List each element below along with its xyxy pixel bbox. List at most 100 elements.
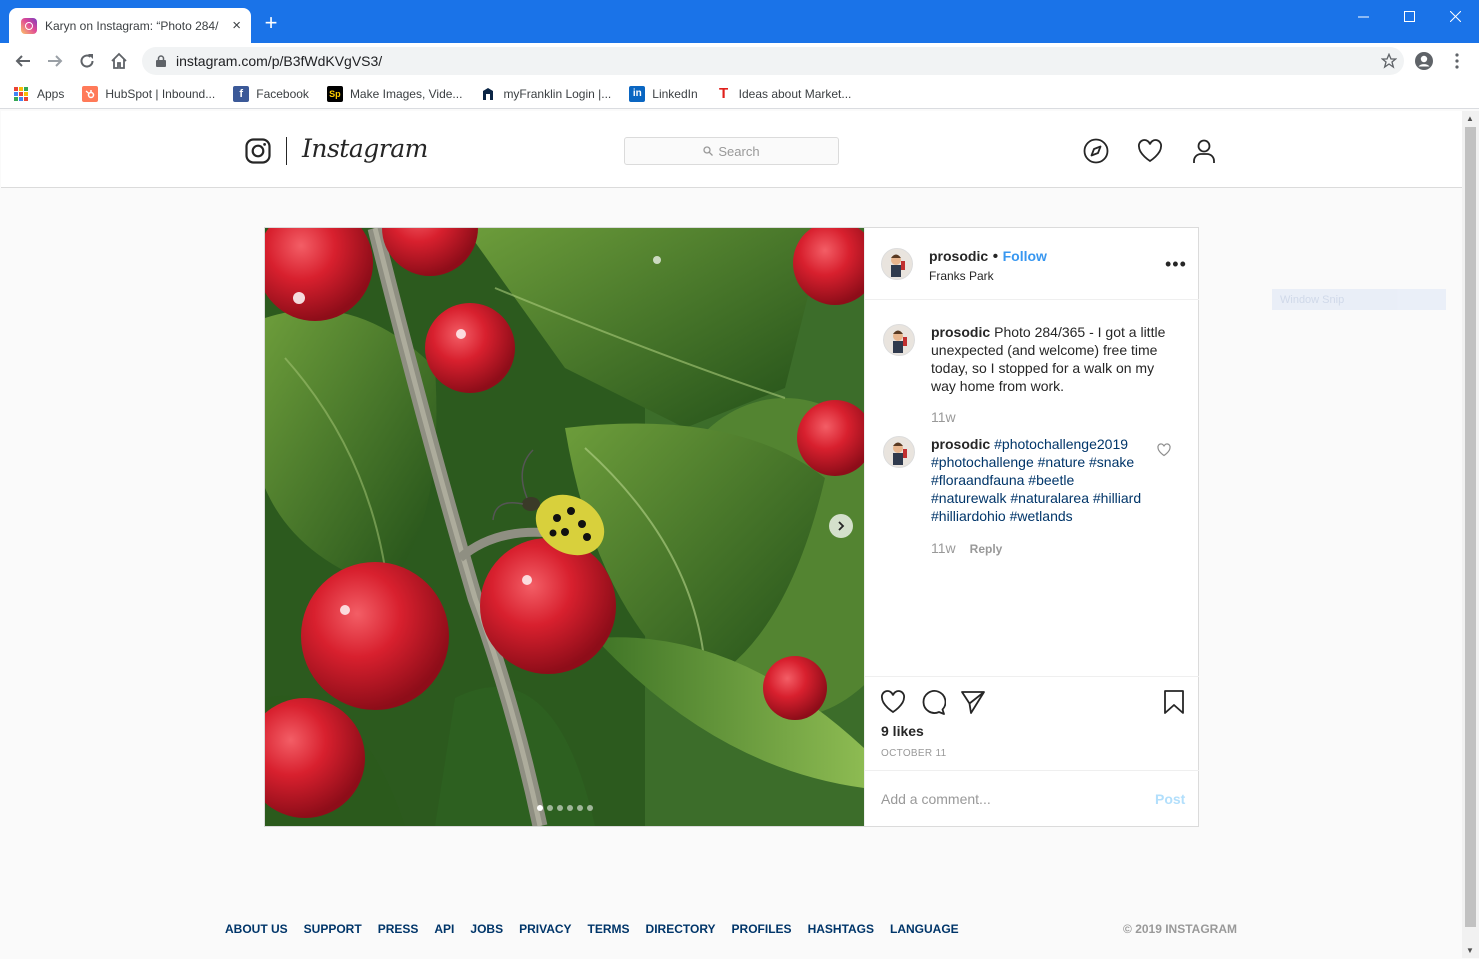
more-options-icon[interactable]: ••• — [1165, 254, 1187, 275]
instagram-header: Instagram Search — [1, 111, 1462, 188]
home-button[interactable] — [104, 46, 134, 76]
bookmark-hubspot[interactable]: HubSpot | Inbound... — [82, 85, 216, 102]
reply-button[interactable]: Reply — [970, 542, 1003, 556]
comment-age[interactable]: 11w — [931, 540, 956, 556]
comment-username[interactable]: prosodic — [931, 436, 990, 452]
t-icon: T — [715, 85, 732, 102]
carousel-dot[interactable] — [577, 805, 583, 811]
minimize-button[interactable] — [1340, 4, 1386, 28]
carousel-dot[interactable] — [567, 805, 573, 811]
carousel-dot[interactable] — [557, 805, 563, 811]
bookmark-adobe-spark[interactable]: Sp Make Images, Vide... — [326, 85, 463, 102]
share-send-icon[interactable] — [960, 689, 986, 715]
comment-age[interactable]: 11w — [931, 409, 956, 425]
carousel-next-button[interactable] — [829, 514, 853, 538]
profile-user-icon[interactable] — [1191, 138, 1217, 164]
activity-heart-icon[interactable] — [1137, 138, 1163, 164]
forward-button[interactable] — [40, 46, 70, 76]
footer-link-press[interactable]: PRESS — [378, 922, 419, 936]
post-photo[interactable] — [265, 228, 864, 826]
bookmark-apps[interactable]: Apps — [14, 86, 65, 101]
explore-compass-icon[interactable] — [1083, 138, 1109, 164]
comment-bubble-icon[interactable] — [920, 689, 946, 715]
post-header: prosodic • Follow Franks Park ••• — [865, 228, 1199, 300]
footer-link-hashtags[interactable]: HASHTAGS — [808, 922, 874, 936]
carousel-dot[interactable] — [547, 805, 553, 811]
linkedin-icon: in — [629, 85, 646, 102]
footer-link-about-us[interactable]: ABOUT US — [225, 922, 288, 936]
post-comment-button[interactable]: Post — [1155, 791, 1185, 807]
instagram-footer: ABOUT US SUPPORT PRESS API JOBS PRIVACY … — [225, 922, 1237, 936]
browser-menu-icon[interactable] — [1442, 46, 1472, 76]
bookmark-label: HubSpot | Inbound... — [105, 86, 216, 101]
avatar[interactable] — [883, 436, 915, 468]
footer-link-profiles[interactable]: PROFILES — [732, 922, 792, 936]
instagram-wordmark[interactable]: Instagram — [302, 134, 428, 163]
apps-grid-icon — [14, 86, 30, 101]
caption-comment: prosodic Photo 284/365 - I got a little u… — [931, 323, 1171, 395]
save-bookmark-icon[interactable] — [1161, 689, 1187, 715]
avatar[interactable] — [883, 324, 915, 356]
footer-link-directory[interactable]: DIRECTORY — [646, 922, 716, 936]
window-close-button[interactable] — [1432, 4, 1478, 28]
bookmark-label: Make Images, Vide... — [349, 86, 463, 101]
footer-link-privacy[interactable]: PRIVACY — [519, 922, 571, 936]
bookmarks-bar: Apps HubSpot | Inbound... f Facebook Sp … — [0, 79, 1479, 109]
bookmark-linkedin[interactable]: in LinkedIn — [629, 85, 698, 102]
browser-tab[interactable]: Karyn on Instagram: “Photo 284/ × — [9, 8, 251, 43]
footer-link-language[interactable]: LANGUAGE — [890, 922, 959, 936]
post-actions: 9 likes OCTOBER 11 — [865, 676, 1199, 770]
follow-button[interactable]: Follow — [1003, 248, 1047, 264]
url-text: instagram.com/p/B3fWdKVgVS3/ — [176, 53, 383, 69]
footer-link-support[interactable]: SUPPORT — [304, 922, 362, 936]
avatar[interactable] — [881, 248, 913, 280]
comment-input[interactable]: Add a comment... — [881, 791, 991, 807]
franklin-icon — [480, 85, 497, 102]
new-tab-button[interactable]: + — [259, 12, 283, 36]
bookmark-label: Apps — [37, 86, 65, 101]
reload-button[interactable] — [72, 46, 102, 76]
page-scrollbar[interactable]: ▲ ▼ — [1462, 111, 1479, 958]
comment-meta: 11w Reply — [931, 540, 1002, 556]
tab-close-icon[interactable]: × — [232, 18, 241, 33]
bookmark-label: Facebook — [256, 86, 309, 101]
bookmark-label: myFranklin Login |... — [503, 86, 612, 101]
bookmark-star-icon[interactable] — [1374, 47, 1404, 75]
hubspot-icon — [82, 85, 99, 102]
post-date[interactable]: OCTOBER 11 — [881, 748, 946, 759]
instagram-logo-icon[interactable] — [245, 138, 271, 164]
spark-icon: Sp — [326, 85, 343, 102]
comment-like-heart-icon[interactable] — [1157, 443, 1171, 457]
bookmark-ideas[interactable]: T Ideas about Market... — [715, 85, 851, 102]
search-input[interactable]: Search — [624, 137, 839, 165]
profile-avatar-icon[interactable] — [1409, 46, 1439, 76]
bookmark-myfranklin[interactable]: myFranklin Login |... — [480, 85, 612, 102]
likes-count[interactable]: 9 likes — [881, 723, 924, 739]
berries-beetle-photo — [265, 228, 864, 826]
dot-separator: • — [988, 248, 1003, 265]
footer-link-terms[interactable]: TERMS — [588, 922, 630, 936]
maximize-button[interactable] — [1386, 4, 1432, 28]
scroll-up-arrow-icon[interactable]: ▲ — [1466, 114, 1474, 123]
username-link[interactable]: prosodic — [929, 248, 988, 264]
location-link[interactable]: Franks Park — [929, 269, 1047, 283]
instagram-favicon-icon — [21, 17, 37, 34]
scroll-thumb[interactable] — [1465, 127, 1476, 927]
tab-title: Karyn on Instagram: “Photo 284/ — [45, 18, 219, 33]
carousel-dots — [537, 805, 593, 811]
address-bar[interactable]: instagram.com/p/B3fWdKVgVS3/ — [142, 47, 1404, 75]
footer-link-api[interactable]: API — [434, 922, 454, 936]
carousel-dot[interactable] — [537, 805, 543, 811]
chevron-right-icon — [838, 521, 845, 531]
bookmark-facebook[interactable]: f Facebook — [233, 85, 309, 102]
bookmark-label: LinkedIn — [652, 86, 698, 101]
back-button[interactable] — [8, 46, 38, 76]
search-icon — [703, 146, 714, 156]
footer-link-jobs[interactable]: JOBS — [470, 922, 503, 936]
comment-username[interactable]: prosodic — [931, 324, 990, 340]
like-heart-icon[interactable] — [880, 689, 906, 715]
bitmoji-avatar-icon — [891, 254, 905, 277]
logo-divider — [286, 137, 287, 165]
scroll-down-arrow-icon[interactable]: ▼ — [1466, 946, 1474, 955]
carousel-dot[interactable] — [587, 805, 593, 811]
